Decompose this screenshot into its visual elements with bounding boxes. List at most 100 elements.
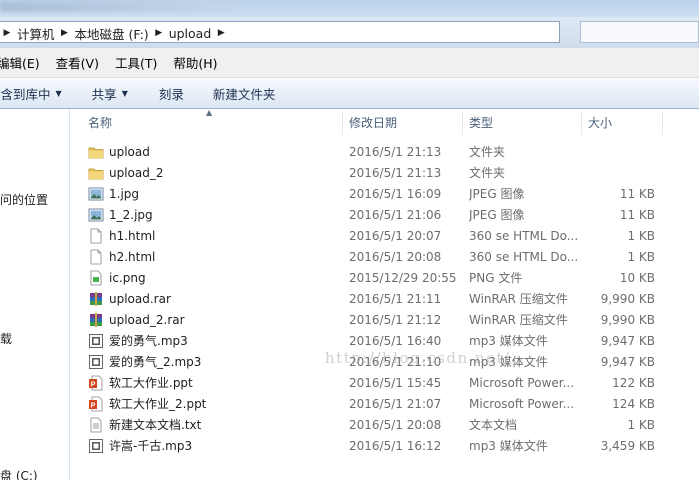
breadcrumb-upload[interactable]: upload (166, 26, 215, 41)
file-row[interactable]: h1.html 2016/5/1 20:07 360 se HTML Do... 1 … (70, 226, 699, 247)
ppt-file-icon: P (88, 396, 104, 412)
file-type: WinRAR 压缩文件 (469, 292, 568, 306)
file-size: 3,459 KB (600, 439, 655, 453)
file-date: 2016/5/1 21:13 (349, 145, 442, 159)
file-type: mp3 媒体文件 (469, 439, 548, 453)
column-header-type[interactable]: 类型 (463, 109, 581, 137)
file-size: 124 KB (612, 397, 655, 411)
breadcrumb-arrow-icon[interactable]: ▶ (214, 28, 228, 38)
column-header-name[interactable]: 名称 (82, 109, 342, 137)
new-folder-label: 新建文件夹 (212, 86, 276, 102)
file-date: 2016/5/1 21:06 (349, 208, 442, 222)
file-type: 360 se HTML Do... (469, 250, 579, 264)
html-file-icon (88, 249, 104, 265)
breadcrumb-arrow-icon[interactable]: ▶ (0, 28, 14, 38)
file-date: 2016/5/1 16:40 (349, 334, 442, 348)
nav-recent-places[interactable]: 访问的位置 (0, 191, 48, 208)
file-name: h1.html (109, 229, 156, 243)
ppt-file-icon: P (88, 375, 104, 391)
file-type: PNG 文件 (469, 271, 523, 285)
file-type: 文件夹 (469, 145, 506, 159)
file-type: JPEG 图像 (469, 187, 525, 201)
file-size: 122 KB (612, 376, 655, 390)
file-size (583, 142, 655, 163)
file-row[interactable]: h2.html 2016/5/1 20:08 360 se HTML Do... 1 … (70, 247, 699, 268)
file-size: 9,947 KB (600, 334, 655, 348)
file-row[interactable]: 爱的勇气_2.mp3 2016/5/1 21:10 mp3 媒体文件 9,947 KB (70, 352, 699, 373)
file-name: 软工大作业_2.ppt (109, 397, 207, 411)
mp3-audio-icon (88, 438, 104, 454)
file-date: 2016/5/1 20:08 (349, 418, 442, 432)
svg-text:P: P (91, 403, 96, 410)
file-row[interactable]: ic.png 2015/12/29 20:55 PNG 文件 10 KB (70, 268, 699, 289)
file-date: 2016/5/1 20:08 (349, 250, 442, 264)
file-name: 1.jpg (109, 187, 140, 201)
file-row[interactable]: upload 2016/5/1 21:13 文件夹 (70, 142, 699, 163)
nav-downloads[interactable]: 下载 (0, 330, 12, 347)
file-date: 2016/5/1 16:12 (349, 439, 442, 453)
file-type: JPEG 图像 (469, 208, 525, 222)
new-folder-button[interactable]: 新建文件夹 (213, 84, 276, 103)
burn-button[interactable]: 刻录 (159, 84, 184, 103)
file-type: 文本文档 (469, 418, 518, 432)
file-name: h2.html (109, 250, 156, 264)
address-field[interactable]: ▶ 计算机 ▶ 本地磁盘 (F:) ▶ upload ▶ (0, 21, 560, 43)
file-size: 1 KB (627, 418, 655, 432)
share-button[interactable]: 共享 ▼ (92, 84, 128, 103)
file-row[interactable]: 新建文本文档.txt 2016/5/1 20:08 文本文档 1 KB (70, 415, 699, 436)
burn-label: 刻录 (158, 86, 184, 102)
file-name: upload_2 (109, 166, 164, 180)
command-bar: 包含到库中 ▼ 共享 ▼ 刻录 新建文件夹 (0, 78, 699, 109)
folder-icon (88, 165, 104, 181)
file-row[interactable]: 爱的勇气.mp3 2016/5/1 16:40 mp3 媒体文件 9,947 KB (70, 331, 699, 352)
include-in-library-button[interactable]: 包含到库中 ▼ (0, 84, 62, 103)
text-file-icon (88, 417, 104, 433)
file-type: mp3 媒体文件 (469, 334, 548, 348)
menu-help[interactable]: 帮助(H) (173, 53, 217, 72)
file-name: 软工大作业.ppt (109, 376, 193, 390)
menu-bar: 编辑(E) 查看(V) 工具(T) 帮助(H) (0, 48, 699, 78)
file-row[interactable]: P 软工大作业_2.ppt 2016/5/1 21:07 Microsoft Powe… (70, 394, 699, 415)
navigation-pane: 访问的位置 下载 磁盘 (C:) (0, 109, 70, 480)
breadcrumb-arrow-icon[interactable]: ▶ (152, 28, 166, 38)
svg-text:P: P (91, 382, 96, 389)
include-in-library-label: 包含到库中 (0, 86, 51, 102)
file-size: 9,990 KB (600, 292, 655, 306)
column-header-date[interactable]: 修改日期 (343, 109, 463, 137)
png-image-icon (88, 270, 104, 286)
file-row[interactable]: upload.rar 2016/5/1 21:11 WinRAR 压缩文件 9,990… (70, 289, 699, 310)
breadcrumb-computer[interactable]: 计算机 (14, 24, 58, 43)
file-row[interactable]: 1.jpg 2016/5/1 16:09 JPEG 图像 11 KB (70, 184, 699, 205)
file-name: upload.rar (109, 292, 171, 306)
breadcrumb-arrow-icon[interactable]: ▶ (58, 28, 72, 38)
nav-local-disk-c[interactable]: 磁盘 (C:) (0, 467, 38, 480)
file-name: 爱的勇气_2.mp3 (109, 355, 202, 369)
file-type: mp3 媒体文件 (469, 355, 548, 369)
menu-view[interactable]: 查看(V) (56, 53, 99, 72)
file-row[interactable]: P 软工大作业.ppt 2016/5/1 15:45 Microsoft Power.… (70, 373, 699, 394)
rar-archive-icon (88, 291, 104, 307)
file-row[interactable]: upload_2.rar 2016/5/1 21:12 WinRAR 压缩文件 9,9… (70, 310, 699, 331)
column-headers: ▲ 名称 修改日期 类型 大小 (70, 109, 699, 137)
file-rows: upload 2016/5/1 21:13 文件夹 upload_2 2016/5/1 … (70, 142, 699, 457)
file-date: 2016/5/1 21:11 (349, 292, 442, 306)
file-size: 11 KB (619, 187, 655, 201)
menu-edit[interactable]: 编辑(E) (0, 53, 40, 72)
breadcrumb-local-disk-f[interactable]: 本地磁盘 (F:) (72, 24, 152, 43)
menu-tools[interactable]: 工具(T) (115, 53, 157, 72)
mp3-audio-icon (88, 354, 104, 370)
file-name: upload_2.rar (109, 313, 185, 327)
file-row[interactable]: upload_2 2016/5/1 21:13 文件夹 (70, 163, 699, 184)
column-header-size[interactable]: 大小 (582, 109, 662, 137)
file-row[interactable]: 许嵩-千古.mp3 2016/5/1 16:12 mp3 媒体文件 3,459 KB (70, 436, 699, 457)
file-size: 9,947 KB (600, 355, 655, 369)
file-size: 9,990 KB (600, 313, 655, 327)
address-bar: ▶ 计算机 ▶ 本地磁盘 (F:) ▶ upload ▶ (0, 17, 699, 48)
file-date: 2016/5/1 21:13 (349, 166, 442, 180)
chevron-down-icon: ▼ (121, 88, 128, 98)
file-row[interactable]: 1_2.jpg 2016/5/1 21:06 JPEG 图像 11 KB (70, 205, 699, 226)
rar-archive-icon (88, 312, 104, 328)
chevron-down-icon: ▼ (55, 88, 62, 98)
file-name: 许嵩-千古.mp3 (109, 439, 193, 453)
search-box[interactable] (580, 21, 699, 43)
